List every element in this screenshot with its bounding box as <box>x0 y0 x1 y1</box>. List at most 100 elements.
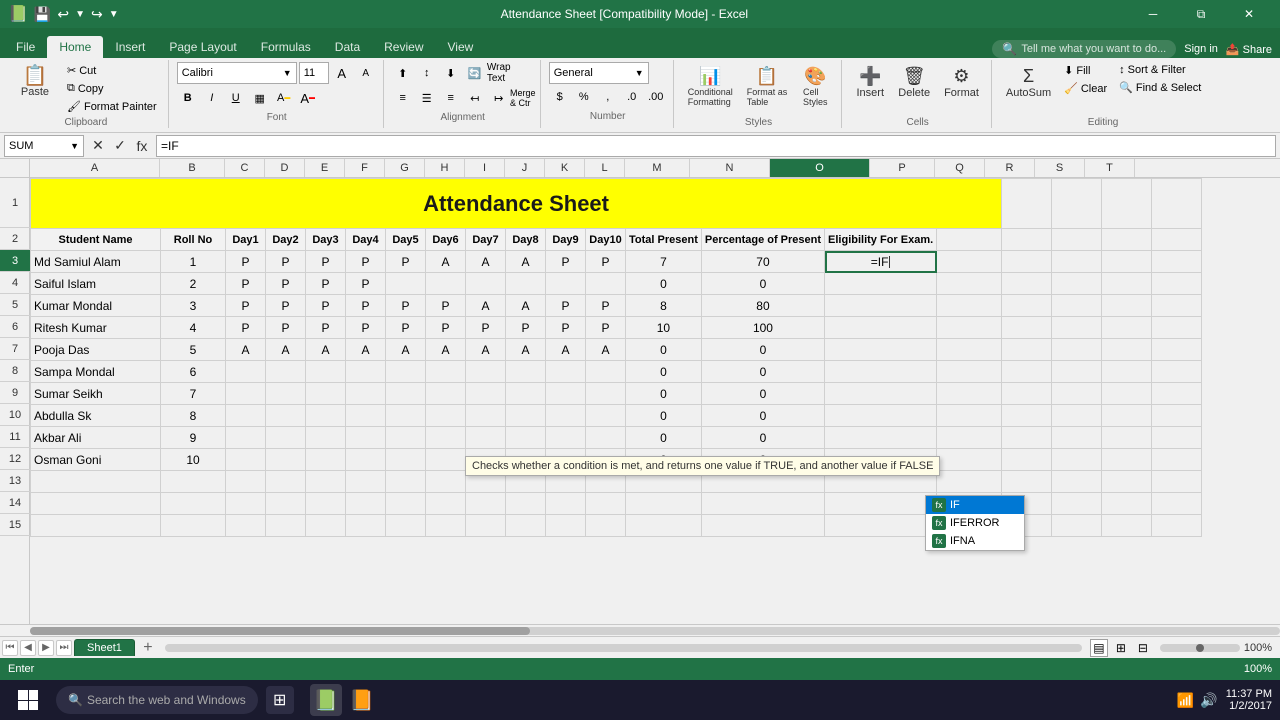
cell-e10[interactable] <box>306 405 346 427</box>
sort-filter-button[interactable]: ↕ Sort & Filter <box>1114 62 1206 78</box>
align-top-button[interactable]: ⬆ <box>392 62 414 84</box>
cell-e13[interactable] <box>306 471 346 493</box>
cell-b15[interactable] <box>161 515 226 537</box>
header-eligibility[interactable]: Eligibility For Exam. <box>825 229 937 251</box>
cell-q5[interactable] <box>1002 295 1052 317</box>
cell-o7[interactable] <box>825 339 937 361</box>
cell-a14[interactable] <box>31 493 161 515</box>
cell-n6[interactable]: 100 <box>701 317 824 339</box>
cell-c13[interactable] <box>226 471 266 493</box>
cell-a9[interactable]: Sumar Seikh <box>31 383 161 405</box>
cell-c3[interactable]: P <box>226 251 266 273</box>
cell-h3[interactable]: A <box>426 251 466 273</box>
cell-q11[interactable] <box>1002 427 1052 449</box>
col-header-s[interactable]: S <box>1035 159 1085 177</box>
cell-g5[interactable]: P <box>386 295 426 317</box>
increase-decimal-button[interactable]: .00 <box>645 86 667 108</box>
font-grow-button[interactable]: A <box>331 62 353 84</box>
format-button[interactable]: ⚙ Format <box>938 62 985 103</box>
cell-t10[interactable] <box>1152 405 1202 427</box>
cell-j10[interactable] <box>506 405 546 427</box>
undo-dropdown[interactable]: ▼ <box>75 9 85 20</box>
row-num-2[interactable]: 2 <box>0 228 30 250</box>
cell-e6[interactable]: P <box>306 317 346 339</box>
cell-s5[interactable] <box>1102 295 1152 317</box>
col-header-h[interactable]: H <box>425 159 465 177</box>
cell-q3[interactable] <box>1002 251 1052 273</box>
cell-c6[interactable]: P <box>226 317 266 339</box>
cell-c15[interactable] <box>226 515 266 537</box>
cell-n9[interactable]: 0 <box>701 383 824 405</box>
autocomplete-item-ifna[interactable]: fx IFNA <box>926 532 1024 550</box>
cell-i14[interactable] <box>466 493 506 515</box>
cell-d7[interactable]: A <box>266 339 306 361</box>
row-num-4[interactable]: 4 <box>0 272 30 294</box>
cell-j15[interactable] <box>506 515 546 537</box>
row-num-1[interactable]: 1 <box>0 178 30 228</box>
cell-h11[interactable] <box>426 427 466 449</box>
cell-e11[interactable] <box>306 427 346 449</box>
header-day4[interactable]: Day4 <box>346 229 386 251</box>
cell-m3[interactable]: 7 <box>626 251 702 273</box>
zoom-slider[interactable] <box>1160 644 1240 652</box>
col-header-r[interactable]: R <box>985 159 1035 177</box>
cell-k6[interactable]: P <box>546 317 586 339</box>
header-p[interactable] <box>937 229 1002 251</box>
row-num-6[interactable]: 6 <box>0 316 30 338</box>
cell-k4[interactable] <box>546 273 586 295</box>
formula-input[interactable]: =IF <box>156 135 1276 157</box>
sign-in-button[interactable]: Sign in <box>1184 43 1218 55</box>
tab-page-layout[interactable]: Page Layout <box>157 36 248 58</box>
insert-button[interactable]: ➕ Insert <box>850 62 890 103</box>
cell-l5[interactable]: P <box>586 295 626 317</box>
cell-o5[interactable] <box>825 295 937 317</box>
cell-b11[interactable]: 9 <box>161 427 226 449</box>
cell-q6[interactable] <box>1002 317 1052 339</box>
cell-q7[interactable] <box>1002 339 1052 361</box>
cell-d6[interactable]: P <box>266 317 306 339</box>
conditional-formatting-button[interactable]: 📊 ConditionalFormatting <box>682 62 739 111</box>
cell-m6[interactable]: 10 <box>626 317 702 339</box>
col-header-m[interactable]: M <box>625 159 690 177</box>
border-button[interactable]: ▦ <box>249 87 271 109</box>
cell-f6[interactable]: P <box>346 317 386 339</box>
font-name-box[interactable]: Calibri ▼ <box>177 62 297 84</box>
header-s[interactable] <box>1102 229 1152 251</box>
nav-next-sheet[interactable]: ▶ <box>38 640 54 656</box>
find-select-button[interactable]: 🔍 Find & Select <box>1114 79 1206 96</box>
cell-p8[interactable] <box>937 361 1002 383</box>
cell-a11[interactable]: Akbar Ali <box>31 427 161 449</box>
cell-s11[interactable] <box>1102 427 1152 449</box>
cell-a12[interactable]: Osman Goni <box>31 449 161 471</box>
cell-o14[interactable] <box>825 493 937 515</box>
header-day7[interactable]: Day7 <box>466 229 506 251</box>
cell-g14[interactable] <box>386 493 426 515</box>
cell-l9[interactable] <box>586 383 626 405</box>
row-num-3[interactable]: 3 <box>0 250 30 272</box>
cell-s10[interactable] <box>1102 405 1152 427</box>
row-num-5[interactable]: 5 <box>0 294 30 316</box>
format-as-table-button[interactable]: 📋 Format asTable <box>741 62 794 111</box>
cell-i15[interactable] <box>466 515 506 537</box>
cell-e9[interactable] <box>306 383 346 405</box>
fill-color-button[interactable]: A▬ <box>273 87 295 109</box>
share-button[interactable]: 📤 Share <box>1226 43 1272 56</box>
tab-insert[interactable]: Insert <box>103 36 157 58</box>
header-roll-no[interactable]: Roll No <box>161 229 226 251</box>
row-num-11[interactable]: 11 <box>0 426 30 448</box>
cell-h10[interactable] <box>426 405 466 427</box>
cell-b13[interactable] <box>161 471 226 493</box>
cell-n8[interactable]: 0 <box>701 361 824 383</box>
col-header-b[interactable]: B <box>160 159 225 177</box>
col-header-e[interactable]: E <box>305 159 345 177</box>
cell-n7[interactable]: 0 <box>701 339 824 361</box>
cell-t13[interactable] <box>1152 471 1202 493</box>
cell-f8[interactable] <box>346 361 386 383</box>
align-left-button[interactable]: ≡ <box>392 87 414 109</box>
cell-s8[interactable] <box>1102 361 1152 383</box>
tab-data[interactable]: Data <box>323 36 372 58</box>
cell-r9[interactable] <box>1052 383 1102 405</box>
cell-r4[interactable] <box>1052 273 1102 295</box>
cell-e8[interactable] <box>306 361 346 383</box>
taskbar-app-excel[interactable]: 📗 <box>310 684 342 716</box>
